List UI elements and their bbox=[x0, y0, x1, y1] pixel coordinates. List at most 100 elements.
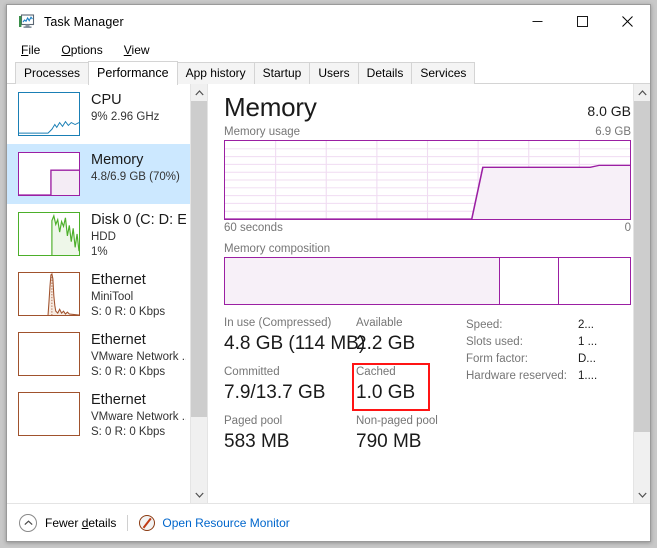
sidebar-scroll-down-icon[interactable] bbox=[191, 486, 207, 503]
stat-in-use-value: 4.8 GB (114 MB) bbox=[224, 333, 366, 354]
close-button[interactable] bbox=[605, 6, 650, 37]
tab-services[interactable]: Services bbox=[411, 62, 476, 84]
sidebar-sub-disk0-usage: 1% bbox=[91, 246, 108, 258]
memory-panel: Memory 8.0 GB Memory usage 6.9 GB 60 sec… bbox=[208, 84, 650, 503]
stat-committed-value: 7.9/13.7 GB bbox=[224, 382, 326, 403]
memory-header: Memory 8.0 GB bbox=[224, 92, 631, 123]
axis-left-label: 60 seconds bbox=[224, 222, 283, 234]
memory-thumbnail bbox=[18, 152, 80, 196]
composition-label: Memory composition bbox=[224, 243, 331, 255]
cpu-thumbnail bbox=[18, 92, 80, 136]
chevron-up-icon[interactable] bbox=[19, 513, 37, 532]
tab-processes[interactable]: Processes bbox=[15, 62, 90, 84]
stats-row-3: Paged pool 583 MB Non-paged pool 790 MB bbox=[224, 414, 466, 454]
stat-paged-pool-label: Paged pool bbox=[224, 415, 283, 427]
fewer-details-accel: d bbox=[81, 515, 89, 530]
detail-form-factor: Form factor: D... bbox=[466, 351, 631, 368]
task-manager-icon bbox=[18, 13, 35, 30]
memory-text: Memory 4.8/6.9 GB (70%) bbox=[91, 151, 180, 185]
title-bar: Task Manager bbox=[7, 5, 650, 38]
main-scrollbar[interactable] bbox=[633, 84, 650, 503]
menu-view[interactable]: View bbox=[122, 41, 152, 59]
sidebar-sub-ethernet-vmware-1-adapter: VMware Network ... bbox=[91, 351, 186, 363]
memory-total: 8.0 GB bbox=[587, 103, 631, 119]
page-title: Memory bbox=[224, 92, 317, 122]
tab-details[interactable]: Details bbox=[357, 62, 413, 84]
stat-committed: Committed 7.9/13.7 GB bbox=[224, 365, 356, 405]
resource-monitor-icon bbox=[139, 514, 156, 531]
tab-users[interactable]: Users bbox=[309, 62, 359, 84]
main-scroll-down-icon[interactable] bbox=[634, 486, 650, 503]
detail-hardware-reserved-value: 1.... bbox=[578, 370, 598, 382]
stat-committed-label: Committed bbox=[224, 366, 280, 378]
stat-in-use-label: In use (Compressed) bbox=[224, 317, 332, 329]
content-area: CPU 9% 2.96 GHz Memory 4.8/6.9 GB (70%) bbox=[7, 84, 650, 503]
composition-segment-in-use bbox=[225, 258, 501, 304]
detail-speed: Speed: 2... bbox=[466, 317, 631, 334]
stat-in-use: In use (Compressed) 4.8 GB (114 MB) bbox=[224, 316, 366, 356]
minimize-button[interactable] bbox=[515, 6, 560, 37]
stats-row-1: In use (Compressed) 4.8 GB (114 MB) Avai… bbox=[224, 316, 466, 356]
cpu-text: CPU 9% 2.96 GHz bbox=[91, 91, 159, 125]
menu-options[interactable]: Options bbox=[59, 41, 104, 59]
stat-available: Available 2.2 GB bbox=[356, 316, 466, 356]
sidebar-sub-ethernet-minitool-rate: S: 0 R: 0 Kbps bbox=[91, 306, 166, 318]
ethernet-vmware-1-thumbnail bbox=[18, 332, 80, 376]
maximize-button[interactable] bbox=[560, 6, 605, 37]
sidebar-label-disk0: Disk 0 (C: D: E: F bbox=[91, 212, 186, 228]
sidebar-sub-memory: 4.8/6.9 GB (70%) bbox=[91, 171, 180, 183]
ethernet-vmware-2-text: Ethernet VMware Network ... S: 0 R: 0 Kb… bbox=[91, 391, 186, 440]
disk-thumbnail bbox=[18, 212, 80, 256]
sidebar-scroll-track[interactable] bbox=[191, 101, 207, 486]
tab-performance[interactable]: Performance bbox=[88, 61, 178, 85]
sidebar-item-ethernet-vmware-2[interactable]: Ethernet VMware Network ... S: 0 R: 0 Kb… bbox=[7, 384, 190, 444]
sidebar-sub-ethernet-vmware-2-rate: S: 0 R: 0 Kbps bbox=[91, 426, 166, 438]
ethernet-minitool-thumbnail bbox=[18, 272, 80, 316]
sidebar-item-memory[interactable]: Memory 4.8/6.9 GB (70%) bbox=[7, 144, 190, 204]
open-resource-monitor-link[interactable]: Open Resource Monitor bbox=[162, 516, 289, 530]
tab-startup[interactable]: Startup bbox=[253, 62, 311, 84]
sidebar-scroll-thumb[interactable] bbox=[191, 101, 207, 417]
stat-paged-pool: Paged pool 583 MB bbox=[224, 414, 356, 454]
main-scroll-thumb[interactable] bbox=[634, 101, 650, 433]
graph-label: Memory usage bbox=[224, 126, 301, 138]
composition-segment-modified bbox=[500, 258, 560, 304]
stat-non-paged-pool-label: Non-paged pool bbox=[356, 415, 438, 427]
sidebar-item-ethernet-minitool[interactable]: Ethernet MiniTool S: 0 R: 0 Kbps bbox=[7, 264, 190, 324]
sidebar-sub-ethernet-minitool-adapter: MiniTool bbox=[91, 291, 134, 303]
detail-slots-used: Slots used: 1 ... bbox=[466, 334, 631, 351]
memory-composition-bar[interactable] bbox=[224, 257, 631, 305]
sidebar-label-ethernet-vmware-2: Ethernet bbox=[91, 392, 146, 408]
memory-usage-graph bbox=[224, 140, 631, 220]
detail-slots-used-label: Slots used: bbox=[466, 336, 523, 348]
memory-stats: In use (Compressed) 4.8 GB (114 MB) Avai… bbox=[224, 316, 631, 463]
detail-form-factor-value: D... bbox=[578, 353, 596, 365]
memory-hardware-details: Speed: 2... Slots used: 1 ... Form facto… bbox=[466, 316, 631, 463]
sidebar-label-ethernet-vmware-1: Ethernet bbox=[91, 332, 146, 348]
fewer-details-button[interactable]: Fewer details bbox=[45, 516, 116, 530]
menu-view-rest: iew bbox=[131, 42, 150, 57]
sidebar-scroll-up-icon[interactable] bbox=[191, 84, 207, 101]
status-divider bbox=[127, 514, 129, 531]
sidebar-item-ethernet-vmware-1[interactable]: Ethernet VMware Network ... S: 0 R: 0 Kb… bbox=[7, 324, 190, 384]
sidebar-scrollbar[interactable] bbox=[190, 84, 207, 503]
stats-row-2: Committed 7.9/13.7 GB Cached 1.0 GB bbox=[224, 365, 466, 405]
sidebar-sub-disk0-type: HDD bbox=[91, 231, 116, 243]
graph-header: Memory usage 6.9 GB bbox=[224, 126, 631, 138]
menu-bar: File Options View bbox=[7, 38, 650, 61]
stat-non-paged-pool: Non-paged pool 790 MB bbox=[356, 414, 466, 454]
menu-options-rest: ptions bbox=[70, 42, 103, 57]
main-scroll-up-icon[interactable] bbox=[634, 84, 650, 101]
detail-speed-label: Speed: bbox=[466, 319, 503, 331]
axis-right-label: 0 bbox=[624, 222, 631, 234]
main-scroll-track[interactable] bbox=[634, 101, 650, 486]
tab-app-history[interactable]: App history bbox=[176, 62, 255, 84]
stat-paged-pool-value: 583 MB bbox=[224, 431, 290, 452]
detail-hardware-reserved-label: Hardware reserved: bbox=[466, 370, 567, 382]
memory-panel-inner: Memory 8.0 GB Memory usage 6.9 GB 60 sec… bbox=[208, 92, 650, 503]
sidebar-item-disk0[interactable]: Disk 0 (C: D: E: F HDD 1% bbox=[7, 204, 190, 264]
menu-file[interactable]: File bbox=[19, 41, 42, 59]
sidebar-item-cpu[interactable]: CPU 9% 2.96 GHz bbox=[7, 84, 190, 144]
menu-file-rest: ile bbox=[28, 42, 41, 57]
graph-max-label: 6.9 GB bbox=[595, 126, 631, 138]
